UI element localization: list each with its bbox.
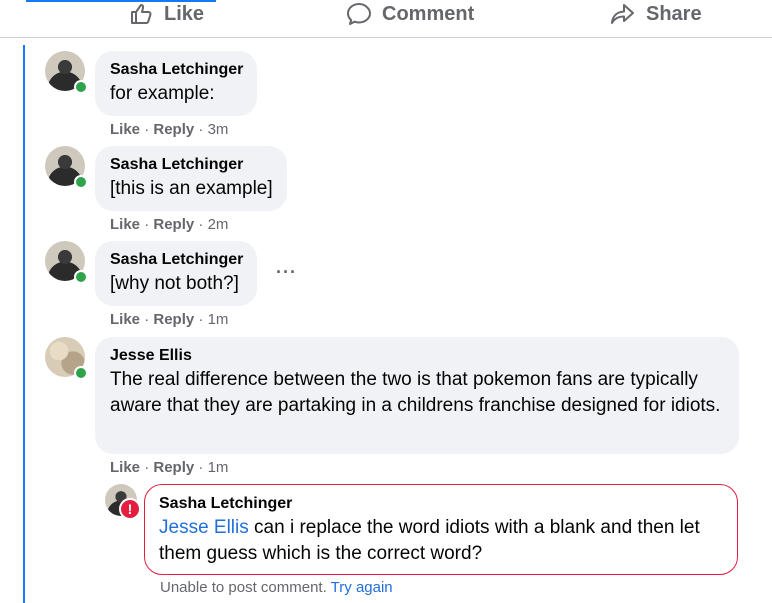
separator: · xyxy=(144,459,150,476)
like-thumb-icon xyxy=(130,2,154,26)
reply-comment-button[interactable]: Reply xyxy=(153,216,194,233)
comment-timestamp[interactable]: 1m xyxy=(208,311,229,328)
comment: Sasha Letchinger for example: xyxy=(45,51,258,116)
reply-comment-button[interactable]: Reply xyxy=(153,121,194,138)
mention-link[interactable]: Jesse Ellis xyxy=(159,517,249,538)
try-again-link[interactable]: Try again xyxy=(331,579,393,596)
comment-timestamp[interactable]: 3m xyxy=(208,121,229,138)
comment-bubble-icon xyxy=(346,2,372,26)
separator: · xyxy=(198,459,204,476)
like-comment-button[interactable]: Like xyxy=(110,216,140,233)
error-text: Unable to post comment. xyxy=(160,579,327,596)
like-comment-button[interactable]: Like xyxy=(110,459,140,476)
comment-meta: Like · Reply · 3m xyxy=(110,121,228,138)
online-status-dot xyxy=(74,175,88,189)
separator: · xyxy=(198,121,204,138)
post-action-bar: Like Comment Share xyxy=(0,0,772,38)
like-post-label: Like xyxy=(164,2,205,25)
comment-text: [why not both?] xyxy=(110,273,239,294)
comment-meta: Like · Reply · 2m xyxy=(110,216,228,233)
reply-comment-button[interactable]: Reply xyxy=(153,311,194,328)
comment-post-label: Comment xyxy=(382,2,475,25)
share-arrow-icon xyxy=(610,2,636,26)
comment-text: for example: xyxy=(110,83,215,104)
online-status-dot xyxy=(74,80,88,94)
comment-author[interactable]: Sasha Letchinger xyxy=(110,249,243,271)
comment-text: [this is an example] xyxy=(110,178,273,199)
comment: Sasha Letchinger [this is an example] xyxy=(45,146,287,211)
separator: · xyxy=(198,216,204,233)
avatar[interactable] xyxy=(45,337,88,380)
avatar[interactable] xyxy=(45,51,88,94)
comment: Sasha Letchinger [why not both?] xyxy=(45,241,258,306)
comment-bubble: Sasha Letchinger for example: xyxy=(95,51,258,116)
comment-author[interactable]: Jesse Ellis xyxy=(110,345,725,367)
failed-reply: ! Sasha Letchinger Jesse Ellis can i rep… xyxy=(105,484,738,575)
comment-bubble: Sasha Letchinger [why not both?] xyxy=(95,241,258,306)
avatar[interactable] xyxy=(45,241,88,284)
comment-bubble: Jesse Ellis The real difference between … xyxy=(95,337,739,454)
comment-timestamp[interactable]: 1m xyxy=(208,459,229,476)
post-error-message: Unable to post comment. Try again xyxy=(160,579,393,596)
online-status-dot xyxy=(74,366,88,380)
like-comment-button[interactable]: Like xyxy=(110,311,140,328)
comment-author[interactable]: Sasha Letchinger xyxy=(110,154,273,176)
failed-reply-bubble: Sasha Letchinger Jesse Ellis can i repla… xyxy=(144,484,738,575)
error-icon: ! xyxy=(119,498,141,520)
like-comment-button[interactable]: Like xyxy=(110,121,140,138)
comment-author[interactable]: Sasha Letchinger xyxy=(110,59,243,81)
separator: · xyxy=(144,311,150,328)
comment-text: Jesse Ellis can i replace the word idiot… xyxy=(159,515,723,567)
more-options-icon[interactable]: ··· xyxy=(276,263,297,281)
online-status-dot xyxy=(74,270,88,284)
comment-timestamp[interactable]: 2m xyxy=(208,216,229,233)
separator: · xyxy=(198,311,204,328)
separator: · xyxy=(144,216,150,233)
comment-meta: Like · Reply · 1m xyxy=(110,311,228,328)
comment-meta: Like · Reply · 1m xyxy=(110,459,228,476)
avatar[interactable]: ! xyxy=(105,484,141,520)
share-post-button[interactable]: Share xyxy=(610,0,702,28)
comment: Jesse Ellis The real difference between … xyxy=(45,337,739,454)
reply-comment-button[interactable]: Reply xyxy=(153,459,194,476)
comment-bubble: Sasha Letchinger [this is an example] xyxy=(95,146,287,211)
thread-line xyxy=(23,45,25,603)
comment-text: The real difference between the two is t… xyxy=(110,369,721,416)
comment-author[interactable]: Sasha Letchinger xyxy=(159,493,723,515)
separator: · xyxy=(144,121,150,138)
like-post-button[interactable]: Like xyxy=(130,0,204,28)
comment-post-button[interactable]: Comment xyxy=(346,0,474,28)
avatar[interactable] xyxy=(45,146,88,189)
share-post-label: Share xyxy=(646,2,702,25)
